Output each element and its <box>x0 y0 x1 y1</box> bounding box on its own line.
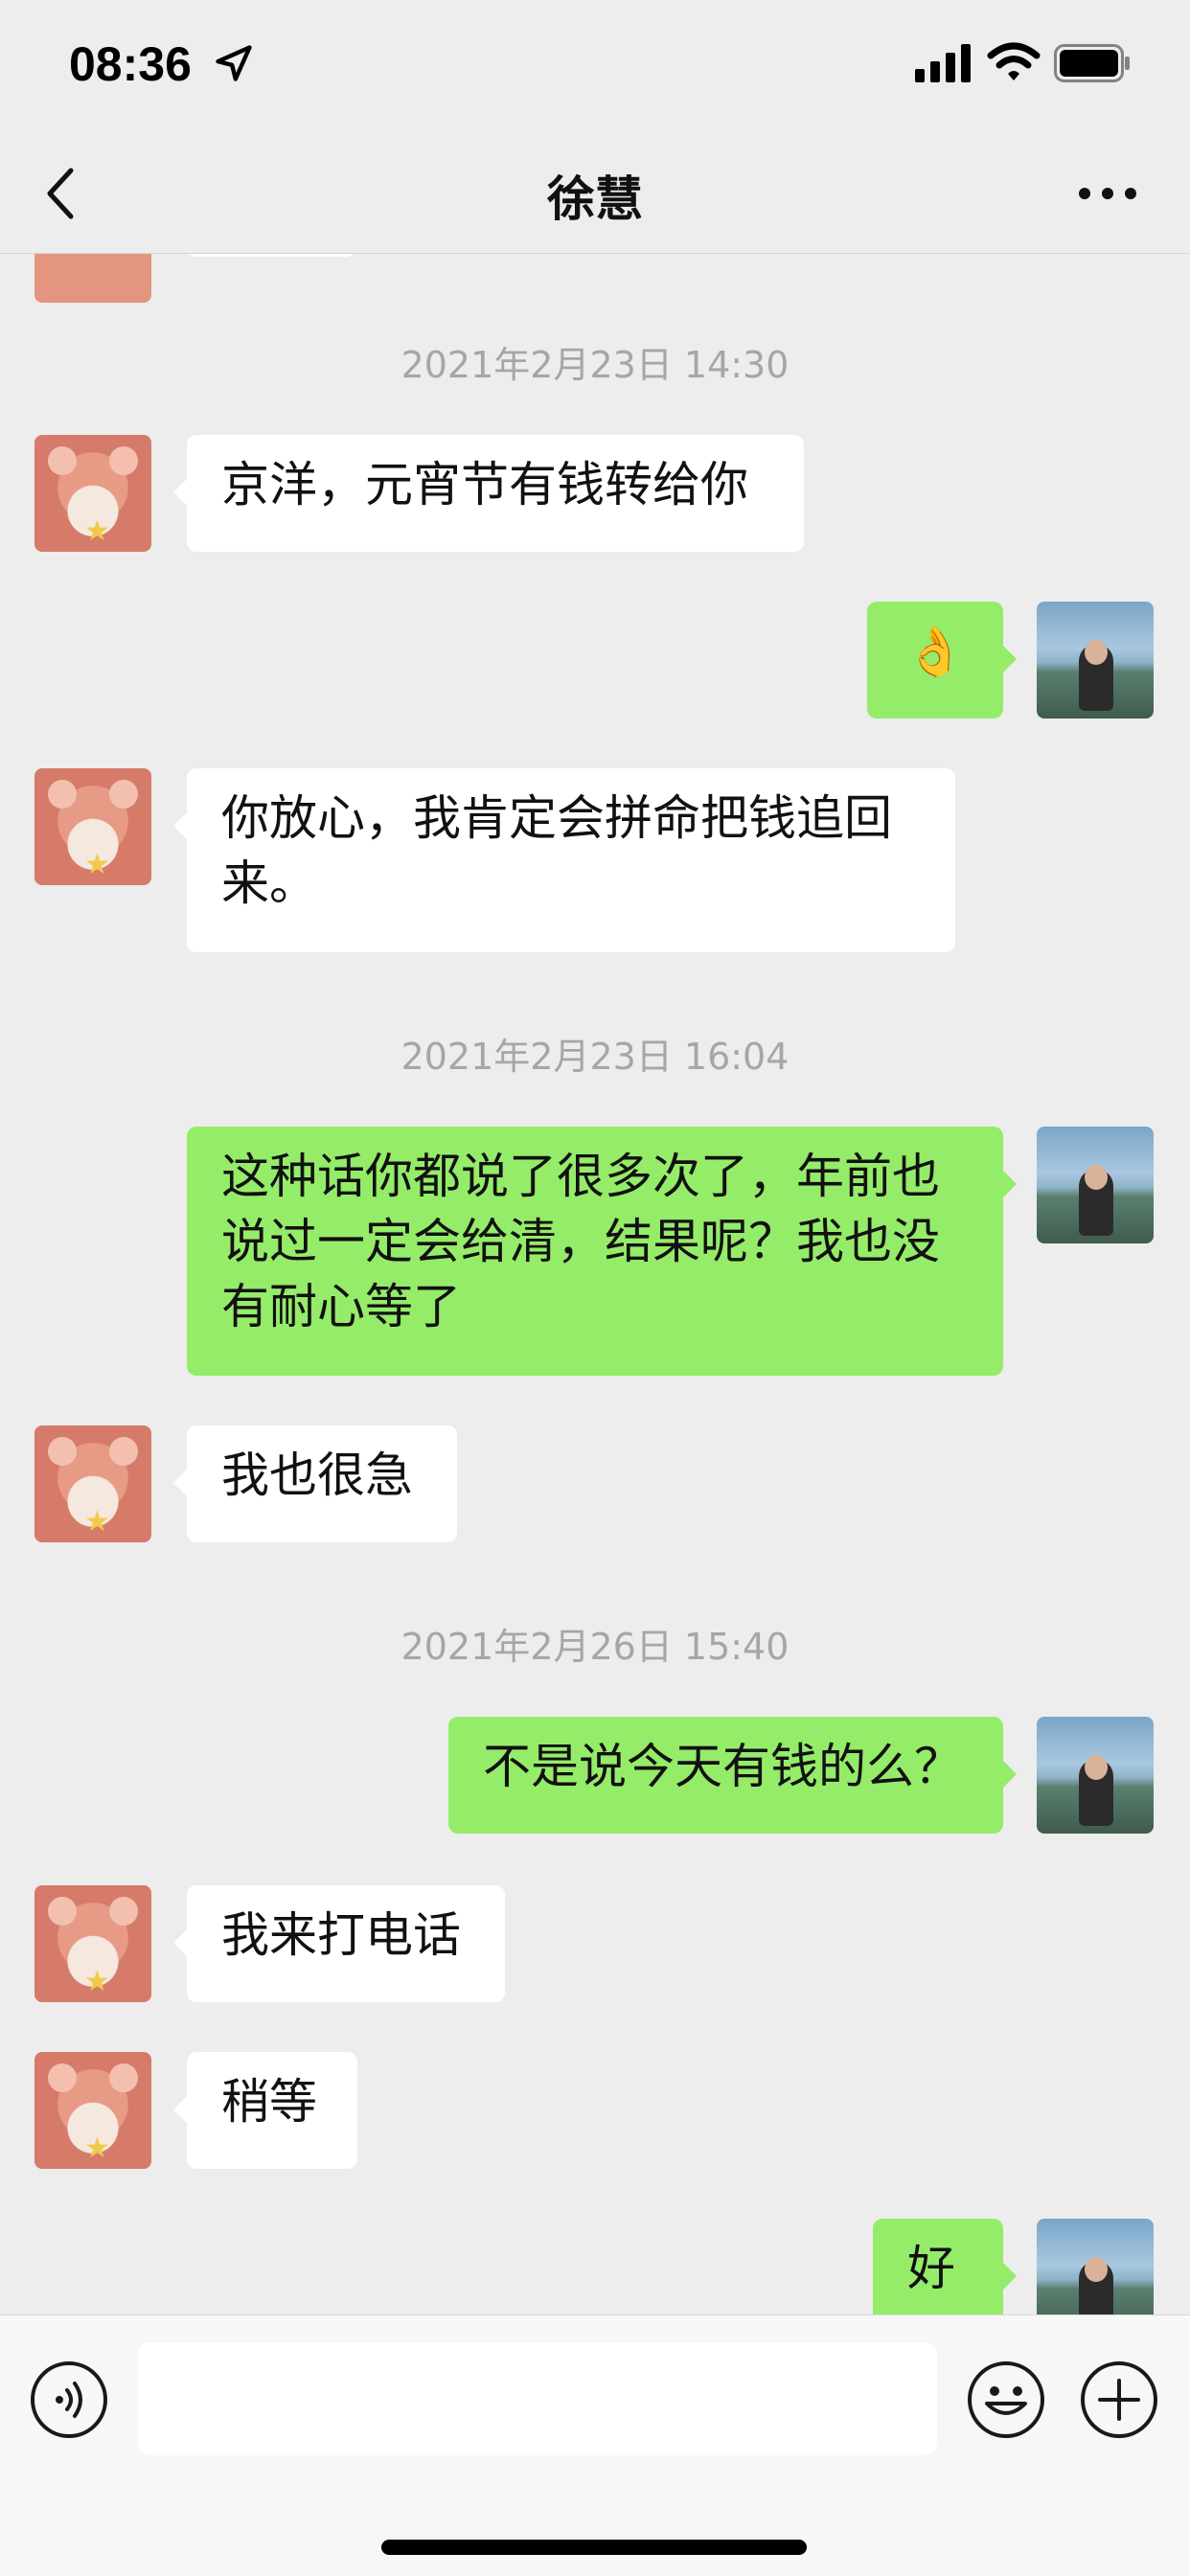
status-time: 08:36 <box>69 37 192 91</box>
user-avatar[interactable] <box>1037 1717 1154 1834</box>
home-indicator[interactable] <box>381 2540 807 2555</box>
input-bar <box>0 2314 1190 2576</box>
contact-avatar[interactable]: ★ <box>34 1425 151 1542</box>
wifi-icon <box>987 42 1041 80</box>
outgoing-message[interactable]: 不是说今天有钱的么？ <box>448 1717 1017 1834</box>
timestamp: 2021年2月23日 16:04 <box>400 1036 790 1078</box>
message-line: 有耐心等了 <box>221 1279 461 1334</box>
ellipsis-icon[interactable] <box>1075 172 1140 215</box>
message-list[interactable]: 2021年2月23日 14:30 ★ 京洋，元宵节有钱转给你 👌 ★ 你放心，我… <box>0 253 1190 2314</box>
incoming-message[interactable]: 稍等 <box>173 2052 357 2169</box>
message-line: 这种话你都说了很多次了，年前也 <box>221 1149 940 1204</box>
outgoing-message[interactable]: 这种话你都说了很多次了，年前也 说过一定会给清，结果呢？我也没 有耐心等了 <box>187 1127 1017 1376</box>
emoji-icon[interactable] <box>966 2359 1046 2440</box>
message-input[interactable] <box>138 2342 937 2455</box>
incoming-message[interactable]: 我也很急 <box>173 1425 457 1542</box>
battery-icon <box>1054 44 1130 82</box>
contact-avatar[interactable]: ★ <box>34 1885 151 2002</box>
location-arrow-icon <box>216 45 252 81</box>
user-avatar[interactable] <box>1037 2219 1154 2314</box>
user-avatar[interactable] <box>1037 602 1154 718</box>
plus-icon[interactable] <box>1079 2359 1159 2440</box>
message-line: 来。 <box>221 855 317 911</box>
voice-icon[interactable] <box>29 2359 109 2440</box>
contact-avatar[interactable]: ★ <box>34 435 151 552</box>
outgoing-message[interactable]: 好 <box>873 2219 1017 2314</box>
incoming-message[interactable]: 你放心，我肯定会拼命把钱追回 来。 <box>173 768 955 952</box>
chat-title: 徐慧 <box>547 171 643 227</box>
incoming-message[interactable]: 我来打电话 <box>173 1885 505 2002</box>
timestamp: 2021年2月26日 15:40 <box>400 1626 790 1668</box>
cellular-signal-icon <box>915 44 971 82</box>
contact-avatar[interactable]: ★ <box>34 2052 151 2169</box>
message-line: 说过一定会给清，结果呢？我也没 <box>221 1214 940 1269</box>
message-line: 你放心，我肯定会拼命把钱追回 <box>221 790 892 846</box>
timestamp: 2021年2月23日 14:30 <box>400 344 790 386</box>
incoming-message[interactable]: 京洋，元宵节有钱转给你 <box>173 435 804 552</box>
chat-header: 徐慧 <box>0 134 1190 254</box>
outgoing-message[interactable]: 👌 <box>867 602 1017 718</box>
contact-avatar[interactable] <box>34 253 151 303</box>
status-bar: 08:36 <box>0 0 1190 134</box>
contact-avatar[interactable]: ★ <box>34 768 151 885</box>
user-avatar[interactable] <box>1037 1127 1154 1243</box>
